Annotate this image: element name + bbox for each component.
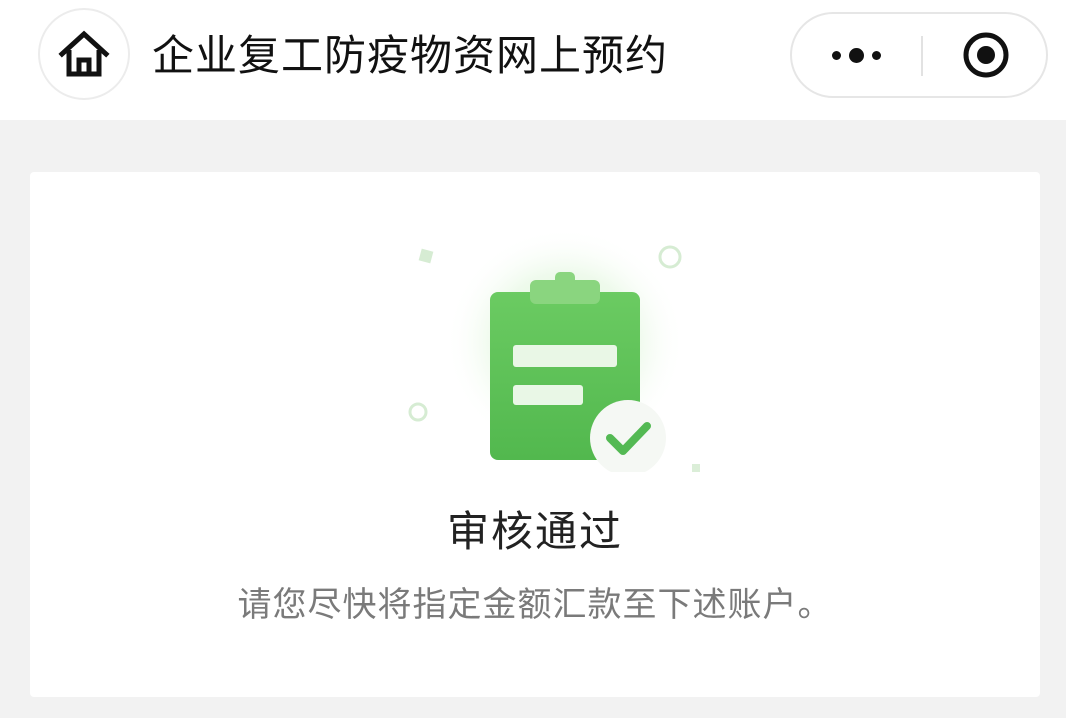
status-description: 请您尽快将指定金额汇款至下述账户。 — [237, 585, 833, 625]
navigation-bar: 企业复工防疫物资网上预约 — [0, 0, 1066, 120]
result-card: 审核通过 请您尽快将指定金额汇款至下述账户。 — [30, 172, 1040, 697]
home-icon — [58, 30, 110, 77]
close-miniprogram-icon — [963, 32, 1008, 78]
capsule-menu — [790, 12, 1048, 98]
page-title: 企业复工防疫物资网上预约 — [152, 31, 669, 80]
status-title: 审核通过 — [446, 507, 623, 556]
clipboard-check-icon — [408, 227, 700, 472]
more-dots-icon — [828, 47, 885, 63]
close-miniprogram-button[interactable] — [923, 14, 1048, 96]
home-button[interactable] — [38, 8, 130, 100]
more-button[interactable] — [792, 14, 920, 96]
